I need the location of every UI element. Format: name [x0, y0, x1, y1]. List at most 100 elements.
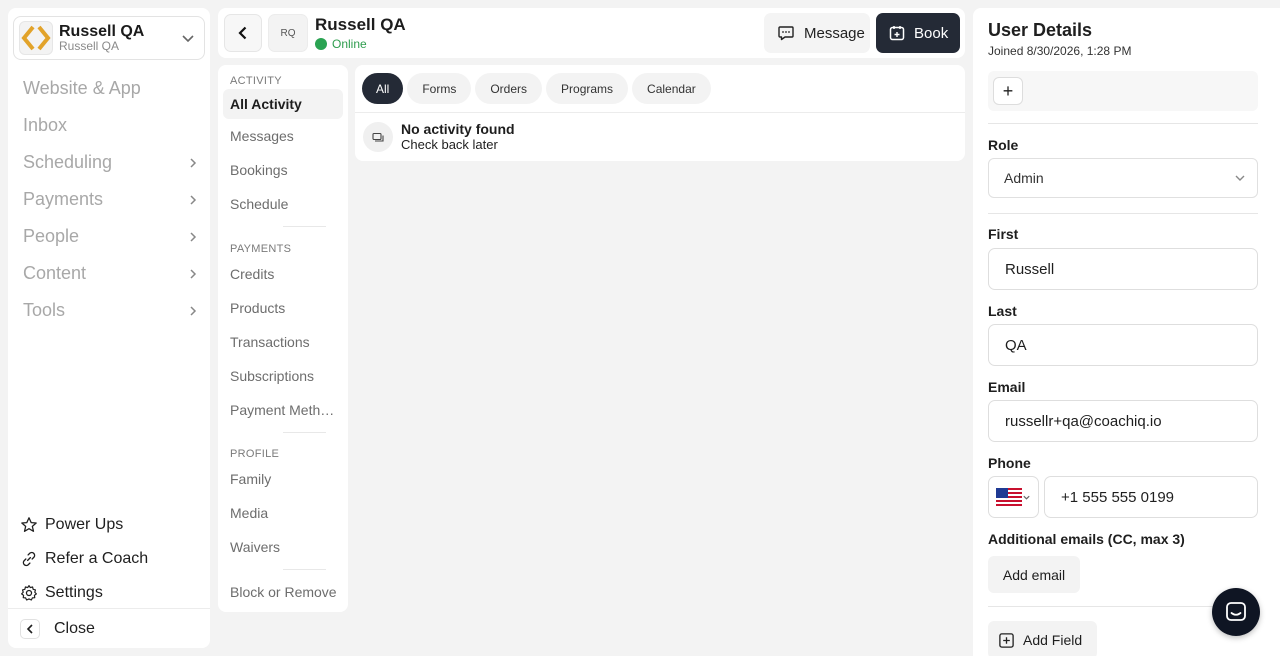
- last-name-field[interactable]: QA: [988, 324, 1258, 366]
- nav-label: People: [23, 226, 80, 246]
- subnav-waivers[interactable]: Waivers: [223, 530, 343, 564]
- nav-item-scheduling[interactable]: Scheduling: [8, 144, 210, 181]
- power-ups-link[interactable]: Power Ups: [8, 508, 210, 542]
- settings-link[interactable]: Settings: [8, 576, 210, 610]
- nav-item-tools[interactable]: Tools: [8, 292, 210, 329]
- nav-label: Inbox: [23, 115, 68, 135]
- nav-label: Tools: [23, 300, 66, 320]
- add-field-button[interactable]: Add Field: [988, 621, 1097, 656]
- close-label: Close: [54, 619, 95, 637]
- chevron-down-icon: [1235, 175, 1245, 181]
- chevron-right-icon: [190, 231, 197, 242]
- add-field-label: Add Field: [1023, 632, 1083, 648]
- first-name-field[interactable]: Russell: [988, 248, 1258, 290]
- subnav-bookings[interactable]: Bookings: [223, 153, 343, 187]
- nav-label: Content: [23, 263, 87, 283]
- email-label: Email: [988, 379, 1026, 395]
- nav-label: Website & App: [23, 78, 141, 98]
- chevron-right-icon: [190, 157, 197, 168]
- subnav-subscriptions[interactable]: Subscriptions: [223, 359, 343, 393]
- nav-item-people[interactable]: People: [8, 218, 210, 255]
- org-subtitle: Russell QA: [59, 39, 120, 54]
- user-name: Russell QA: [315, 15, 406, 34]
- chevron-left-icon: [238, 26, 247, 40]
- subnav-media[interactable]: Media: [223, 496, 343, 530]
- subnav-credits[interactable]: Credits: [223, 257, 343, 291]
- chat-launcher-button[interactable]: [1212, 588, 1260, 636]
- refer-coach-link[interactable]: Refer a Coach: [8, 542, 210, 576]
- empty-subtitle: Check back later: [401, 137, 498, 152]
- divider: [988, 123, 1258, 124]
- org-switcher[interactable]: Russell QA Russell QA: [13, 16, 205, 60]
- activity-panel: All Forms Orders Programs Calendar No ac…: [355, 65, 965, 161]
- calendar-plus-icon: [889, 26, 905, 41]
- add-email-button[interactable]: Add email: [988, 556, 1080, 593]
- message-button[interactable]: Message: [764, 13, 870, 53]
- filter-forms[interactable]: Forms: [407, 73, 472, 104]
- avatar: RQ: [268, 14, 308, 52]
- phone-field[interactable]: +1 555 555 0199: [1044, 476, 1258, 518]
- link-icon: [22, 551, 36, 567]
- user-details-panel: User Details Joined 8/30/2026, 1:28 PM +…: [973, 8, 1280, 656]
- last-name-label: Last: [988, 303, 1017, 319]
- additional-emails-label: Additional emails (CC, max 3): [988, 531, 1185, 547]
- section-heading-payments: PAYMENTS: [230, 243, 292, 255]
- chevron-down-icon: [1023, 495, 1030, 500]
- status-label: Online: [332, 37, 367, 51]
- sidebar: Russell QA Russell QA Website & App Inbo…: [8, 8, 210, 648]
- filter-programs[interactable]: Programs: [546, 73, 629, 104]
- utility-links: Power Ups Refer a Coach Settings: [8, 508, 210, 610]
- role-select[interactable]: Admin: [988, 158, 1258, 198]
- gear-icon: [21, 585, 37, 601]
- nav-item-website-app[interactable]: Website & App: [8, 70, 210, 107]
- subnav-messages[interactable]: Messages: [223, 119, 343, 153]
- main-nav: Website & App Inbox Scheduling Payments …: [8, 70, 210, 329]
- phone-label: Phone: [988, 455, 1031, 471]
- chevron-left-icon: [20, 618, 40, 639]
- back-button[interactable]: [224, 14, 262, 52]
- plus-square-icon: [999, 632, 1014, 648]
- section-heading-profile: PROFILE: [230, 448, 280, 460]
- us-flag-icon: [996, 488, 1022, 506]
- first-name-label: First: [988, 226, 1019, 242]
- empty-state: No activity found Check back later: [355, 113, 965, 153]
- subnav-products[interactable]: Products: [223, 291, 343, 325]
- subnav-block-or-remove[interactable]: Block or Remove: [223, 575, 343, 609]
- filter-calendar[interactable]: Calendar: [632, 73, 711, 104]
- country-select[interactable]: [988, 476, 1039, 518]
- user-subnav: ACTIVITY All Activity Messages Bookings …: [218, 65, 348, 612]
- book-label: Book: [914, 24, 949, 42]
- activity-filters: All Forms Orders Programs Calendar: [355, 65, 965, 113]
- add-tag-button[interactable]: +: [993, 77, 1023, 105]
- subnav-schedule[interactable]: Schedule: [223, 187, 343, 221]
- nav-label: Scheduling: [23, 152, 113, 172]
- empty-title: No activity found: [401, 121, 515, 137]
- chevron-down-icon: [182, 35, 194, 43]
- subnav-transactions[interactable]: Transactions: [223, 325, 343, 359]
- star-icon: [21, 517, 37, 532]
- status-dot-icon: [315, 38, 327, 50]
- inbox-icon: [363, 122, 393, 152]
- chat-bubble-icon: [778, 26, 794, 41]
- subnav-payment-methods[interactable]: Payment Meth…: [223, 393, 343, 427]
- refer-coach-label: Refer a Coach: [45, 550, 149, 567]
- subnav-family[interactable]: Family: [223, 462, 343, 496]
- chevron-right-icon: [190, 305, 197, 316]
- tags-area: +: [988, 71, 1258, 111]
- divider: [988, 213, 1258, 214]
- close-sidebar-button[interactable]: Close: [8, 608, 210, 648]
- filter-all[interactable]: All: [362, 73, 404, 104]
- filter-orders[interactable]: Orders: [475, 73, 543, 104]
- nav-label: Payments: [23, 189, 104, 209]
- user-header: RQ Russell QA Online Message Book: [218, 8, 965, 58]
- subnav-all-activity[interactable]: All Activity: [223, 89, 343, 119]
- nav-item-payments[interactable]: Payments: [8, 181, 210, 218]
- chat-icon: [1226, 602, 1246, 621]
- book-button[interactable]: Book: [876, 13, 960, 53]
- online-status: Online: [315, 37, 367, 51]
- email-field[interactable]: russellr+qa@coachiq.io: [988, 400, 1258, 442]
- nav-item-content[interactable]: Content: [8, 255, 210, 292]
- role-value: Admin: [1004, 170, 1044, 186]
- joined-date: Joined 8/30/2026, 1:28 PM: [988, 44, 1132, 58]
- nav-item-inbox[interactable]: Inbox: [8, 107, 210, 144]
